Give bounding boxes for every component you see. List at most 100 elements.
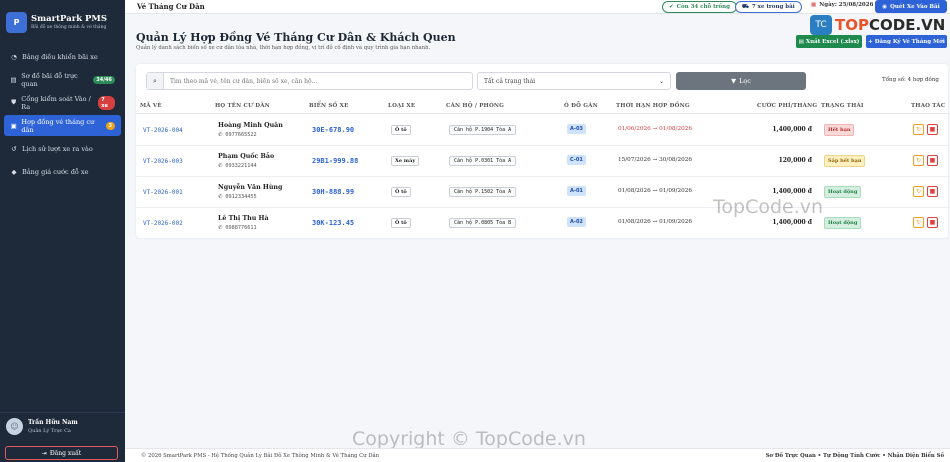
logout-label: Đăng xuất xyxy=(49,449,82,457)
monthly-fee: 1,400,000 đ xyxy=(772,126,812,133)
ticket-code[interactable]: VT-2026-004 xyxy=(143,127,183,134)
delete-button[interactable]: ■ xyxy=(927,217,938,228)
search-input[interactable] xyxy=(170,77,460,85)
resident-name: Phạm Quốc Bảo xyxy=(218,153,275,160)
status-select-value: Tất cả trạng thái xyxy=(484,77,536,85)
vehicle-type-badge: Ô tô xyxy=(391,125,411,135)
phone-number: 0912334455 xyxy=(225,194,257,200)
footer-copyright: © 2026 SmartPark PMS - Hệ Thống Quản Lý … xyxy=(141,453,380,459)
status-badge: Hoạt động xyxy=(824,217,862,229)
free-slots-pill[interactable]: ✔ Còn 34 chỗ trống xyxy=(662,1,738,13)
sidebar: P SmartPark PMS Bãi đỗ xe thông minh & v… xyxy=(0,0,125,462)
renew-button[interactable]: ↻ xyxy=(913,155,924,166)
slot-badge: A-02 xyxy=(567,217,586,227)
license-plate: 30H-888.99 xyxy=(312,188,355,196)
sidebar-item-4[interactable]: ↺ Lịch sử lượt xe ra vào xyxy=(4,138,121,159)
resident-name: Lê Thị Thu Hà xyxy=(218,215,269,222)
history-icon: ↺ xyxy=(11,144,17,153)
contract-period: 01/08/2026 → 01/09/2026 xyxy=(618,219,692,225)
phone-icon: ✆ xyxy=(218,163,223,169)
sidebar-item-0[interactable]: ◔ Bảng điều khiển bãi xe xyxy=(4,46,121,67)
phone-icon: ✆ xyxy=(218,225,223,231)
brand-name: SmartPark PMS xyxy=(31,14,107,24)
ticket-code[interactable]: VT-2026-001 xyxy=(143,189,183,196)
table-row[interactable]: VT-2026-003 Phạm Quốc Bảo ✆ 0933221144 29B1-… xyxy=(136,146,948,177)
table-row[interactable]: VT-2026-004 Hoàng Minh Quân ✆ 0977665522 30E… xyxy=(136,115,948,146)
renew-button[interactable]: ↻ xyxy=(913,186,924,197)
sidebar-item-2[interactable]: ⛊ Cổng kiểm soát Vào / Ra 7 xe xyxy=(4,92,121,113)
date-label: Ngày: 25/08/2026 xyxy=(819,2,874,8)
user-name: Trần Hữu Nam xyxy=(28,419,78,426)
footer: © 2026 SmartPark PMS - Hệ Thống Quản Lý … xyxy=(125,448,950,462)
check-icon: ✔ xyxy=(669,4,674,10)
add-contract-button[interactable]: + Đăng Ký Vé Tháng Mới xyxy=(866,35,947,48)
apartment-badge: Căn hộ P.0805 Tòa B xyxy=(449,218,517,228)
trash-icon: ■ xyxy=(929,188,936,195)
current-date: ▦ Ngày: 25/08/2026 xyxy=(811,2,873,8)
slot-badge: A-01 xyxy=(567,186,586,196)
monthly-fee: 1,400,000 đ xyxy=(772,188,812,195)
camera-icon: ◉ xyxy=(882,3,888,10)
header-fee: CƯỚC PHÍ/THÁNG xyxy=(757,103,818,109)
status-select[interactable]: Tất cả trạng thái ⌄ xyxy=(477,72,671,90)
contract-period: 01/08/2026 → 01/09/2026 xyxy=(618,188,692,194)
ticket-code[interactable]: VT-2026-003 xyxy=(143,158,183,165)
search-icon: ⌕ xyxy=(147,73,164,89)
header-slot: Ô ĐỖ GÁN xyxy=(564,103,598,109)
export-excel-label: Xuất Excel (.xlsx) xyxy=(805,38,860,45)
refresh-icon: ↻ xyxy=(915,126,922,133)
quick-entry-label: Quét Xe Vào Bãi xyxy=(890,3,940,10)
watermark-copyright: Copyright © TopCode.vn xyxy=(352,428,586,450)
monthly-fee: 120,000 đ xyxy=(778,157,812,164)
apartment-badge: Căn hộ P.1904 Tòa A xyxy=(449,125,517,135)
export-excel-button[interactable]: ▤ Xuất Excel (.xlsx) xyxy=(796,35,862,48)
brand: P SmartPark PMS Bãi đỗ xe thông minh & v… xyxy=(0,0,125,42)
sidebar-item-5[interactable]: ◆ Bảng giá cước đỗ xe xyxy=(4,161,121,182)
plus-icon: + xyxy=(868,38,873,45)
renew-button[interactable]: ↻ xyxy=(913,124,924,135)
table-row[interactable]: VT-2026-002 Lê Thị Thu Hà ✆ 0988776611 30K-1… xyxy=(136,208,948,239)
quick-entry-button[interactable]: ◉ Quét Xe Vào Bãi xyxy=(875,0,947,13)
refresh-icon: ↻ xyxy=(915,188,922,195)
table-row[interactable]: VT-2026-001 Nguyễn Văn Hùng ✆ 0912334455 30H… xyxy=(136,177,948,208)
status-badge: Hoạt động xyxy=(824,186,862,198)
status-badge: Sắp hết hạn xyxy=(824,155,866,167)
user-role: Quản Lý Trực Ca xyxy=(28,428,71,434)
ticket-code[interactable]: VT-2026-002 xyxy=(143,220,183,227)
refresh-icon: ↻ xyxy=(915,157,922,164)
delete-button[interactable]: ■ xyxy=(927,186,938,197)
delete-button[interactable]: ■ xyxy=(927,155,938,166)
watermark-logo-text-b: CODE.VN xyxy=(868,16,946,34)
tag-icon: ◆ xyxy=(11,167,17,176)
cars-in-lot-label: 7 xe trong bãi xyxy=(751,4,795,10)
header-actions: THAO TÁC xyxy=(911,103,946,109)
resident-name: Nguyễn Văn Hùng xyxy=(218,184,283,191)
refresh-icon: ↻ xyxy=(915,219,922,226)
phone-number: 0977665522 xyxy=(225,132,257,138)
renew-button[interactable]: ↻ xyxy=(913,217,924,228)
license-plate: 30K-123.45 xyxy=(312,219,355,227)
phone-number: 0933221144 xyxy=(225,163,257,169)
watermark-logo-text: TOPCODE.VN xyxy=(835,16,945,34)
slot-badge: A-03 xyxy=(567,124,586,134)
table-header: MÃ VÉ HỌ TÊN CƯ DÂN BIỂN SỐ XE LOẠI XE C… xyxy=(136,98,948,114)
delete-button[interactable]: ■ xyxy=(927,124,938,135)
trash-icon: ■ xyxy=(929,126,936,133)
free-slots-label: Còn 34 chỗ trống xyxy=(676,4,731,10)
topbar: Vé Tháng Cư Dân ✔ Còn 34 chỗ trống ⛟ 7 x… xyxy=(125,0,950,14)
sidebar-item-3[interactable]: ▣ Hợp đồng vé tháng cư dân 3 xyxy=(4,115,121,136)
filter-button[interactable]: ▼ Lọc xyxy=(676,72,806,90)
header-name: HỌ TÊN CƯ DÂN xyxy=(215,103,270,109)
sidebar-item-1[interactable]: ▤ Sơ đồ bãi đỗ trực quan 34/46 xyxy=(4,69,121,90)
sidebar-item-label: Cổng kiểm soát Vào / Ra xyxy=(21,94,91,111)
sidebar-item-label: Sơ đồ bãi đỗ trực quan xyxy=(21,71,78,88)
calendar-icon: ▦ xyxy=(811,2,817,8)
logout-button[interactable]: ⇥ Đăng xuất xyxy=(5,446,118,460)
header-code: MÃ VÉ xyxy=(140,103,162,109)
resident-phone: ✆ 0912334455 xyxy=(218,194,257,200)
sidebar-nav: ◔ Bảng điều khiển bãi xe ▤ Sơ đồ bãi đỗ trự… xyxy=(0,46,125,182)
contracts-card: ⌕ Tất cả trạng thái ⌄ ▼ Lọc Tổng số: 4 h… xyxy=(136,64,948,239)
sidebar-item-badge: 7 xe xyxy=(98,95,115,110)
sidebar-item-badge: 34/46 xyxy=(93,75,115,84)
cars-in-lot-pill[interactable]: ⛟ 7 xe trong bãi xyxy=(735,1,802,13)
